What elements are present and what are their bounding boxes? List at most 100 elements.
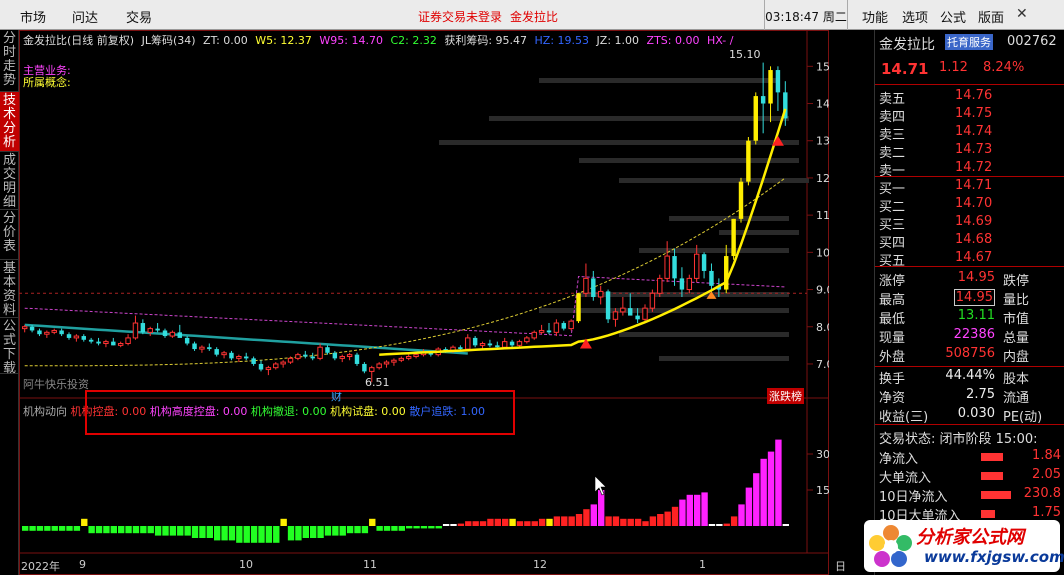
- indicator-bar: [184, 526, 191, 536]
- indicator-bar: [398, 526, 405, 531]
- value-w5: W5: 12.37: [255, 34, 312, 47]
- down-candle: [325, 347, 330, 353]
- kline-chart[interactable]: 15.00 14.00 13.00 12.00 11.00 10.00 9.00 8.00 7.…: [19, 30, 846, 575]
- up-candle: [125, 337, 131, 344]
- down-candle: [672, 256, 677, 279]
- indicator-bar: [686, 494, 693, 526]
- menu-market[interactable]: 市场: [20, 7, 46, 26]
- tab-price-table[interactable]: 分价表: [0, 210, 19, 260]
- indicator-bar: [95, 526, 103, 534]
- price-change: 1.12: [939, 60, 968, 75]
- broker-label: 阿牛快乐投资: [23, 378, 89, 391]
- up-candle: [465, 337, 471, 350]
- chart-canvas[interactable]: 15.00 14.00 13.00 12.00 11.00 10.00 9.00 8.00 7.…: [19, 30, 829, 575]
- down-candle: [214, 349, 219, 355]
- down-candle: [458, 347, 463, 350]
- menu-wenda[interactable]: 问达: [72, 7, 98, 26]
- indicator-bar: [273, 526, 280, 543]
- volume-profile-bar: [719, 230, 799, 235]
- ask-price: 14.73: [955, 142, 993, 157]
- indicator-jl[interactable]: JL筹码(34): [142, 34, 196, 47]
- chart-title[interactable]: 金发拉比(日线 前复权): [23, 34, 134, 47]
- flow-row: 10日净流入 230.8: [879, 486, 1061, 505]
- indicator-bar: [694, 494, 701, 526]
- tab-intraday[interactable]: 分时走势: [0, 30, 19, 92]
- up-candle: [531, 331, 537, 339]
- stat-label: 最低: [879, 312, 906, 327]
- indicator-bar: [627, 518, 634, 526]
- menu-layout[interactable]: 版面: [978, 7, 1004, 26]
- indicator-bar: [191, 526, 199, 538]
- sector-tag[interactable]: 托育服务: [945, 34, 993, 50]
- price-tick-label: 7.00: [816, 358, 829, 371]
- bid-row[interactable]: 买二 14.70: [879, 196, 1061, 215]
- price-tick-label: 12.00: [816, 172, 829, 185]
- menu-options[interactable]: 选项: [902, 7, 928, 26]
- menu-trade[interactable]: 交易: [126, 7, 152, 26]
- down-candle: [760, 96, 766, 104]
- tab-profile[interactable]: 基本资料: [0, 260, 19, 318]
- limit-up-candle: [746, 140, 751, 182]
- indicator-bar: [767, 451, 775, 526]
- ask-price: 14.76: [955, 88, 993, 103]
- bid-price: 14.70: [955, 196, 993, 211]
- stock-name: 金发拉比: [879, 37, 935, 53]
- indicator-bar: [243, 526, 250, 543]
- fin-right-label: PE(动): [1003, 410, 1043, 425]
- indicator-bar: [125, 526, 132, 534]
- ask-row[interactable]: 卖五 14.76: [879, 88, 1061, 107]
- indicator-bar: [73, 526, 81, 531]
- volume-profile-bar: [489, 116, 789, 121]
- tab-trades[interactable]: 成交明细: [0, 152, 19, 210]
- up-candle: [103, 341, 109, 344]
- down-candle: [244, 356, 249, 359]
- down-candle: [29, 326, 35, 331]
- tab-formula-download[interactable]: 公式下载: [0, 318, 19, 376]
- divider: [875, 176, 1064, 177]
- down-candle: [59, 330, 64, 335]
- ask-price: 14.74: [955, 124, 993, 139]
- login-notice[interactable]: 证券交易未登录: [418, 8, 502, 25]
- indicator-bar: [516, 521, 524, 526]
- indicator-bar: [58, 526, 66, 531]
- up-candle: [398, 357, 405, 361]
- tab-technical[interactable]: 技术分析: [0, 92, 19, 152]
- left-tabs: 分时走势 技术分析 成交明细 分价表 基本资料 公式下载: [0, 30, 19, 575]
- indicator-bar: [287, 526, 295, 541]
- ask-row[interactable]: 卖四 14.75: [879, 106, 1061, 125]
- indicator-bar: [406, 526, 413, 529]
- value-jz: JZ: 1.00: [596, 34, 640, 47]
- concept-label: 所属概念:: [23, 76, 71, 89]
- bid-row[interactable]: 买一 14.71: [879, 178, 1061, 197]
- ask-row[interactable]: 卖二 14.73: [879, 142, 1061, 161]
- up-candle: [73, 335, 80, 339]
- up-candle: [501, 341, 508, 348]
- indicator-bar: [775, 439, 782, 526]
- indicator-bar: [354, 526, 361, 534]
- up-candle: [413, 354, 419, 358]
- menu-function[interactable]: 功能: [862, 7, 888, 26]
- indicator-bar: [428, 526, 435, 529]
- ranking-badge[interactable]: 涨跌榜: [767, 388, 804, 404]
- period-label[interactable]: 日线: [835, 558, 846, 575]
- indicator-bar: [140, 526, 147, 534]
- indicator-bar: [236, 526, 243, 543]
- menu-formula[interactable]: 公式: [940, 7, 966, 26]
- ask-row[interactable]: 卖三 14.74: [879, 124, 1061, 143]
- close-icon[interactable]: ✕: [1016, 6, 1028, 22]
- indicator-title[interactable]: 机构动向: [23, 405, 67, 418]
- stat-value: 22386: [953, 327, 995, 342]
- down-candle: [37, 330, 42, 335]
- price-pct: 8.24%: [983, 60, 1025, 75]
- bid-row[interactable]: 买三 14.69: [879, 214, 1061, 233]
- indicator-bar: [199, 526, 206, 538]
- fin-row: 净资 2.75 流通: [879, 387, 1061, 406]
- indicator-bar: [457, 523, 465, 526]
- down-candle: [628, 308, 633, 316]
- fin-row: 收益(三) 0.030 PE(动): [879, 406, 1061, 425]
- down-candle: [207, 347, 212, 350]
- indicator-bar: [716, 524, 723, 526]
- volume-profile-bar: [579, 158, 799, 163]
- bid-row[interactable]: 买四 14.68: [879, 232, 1061, 251]
- down-candle: [709, 270, 714, 286]
